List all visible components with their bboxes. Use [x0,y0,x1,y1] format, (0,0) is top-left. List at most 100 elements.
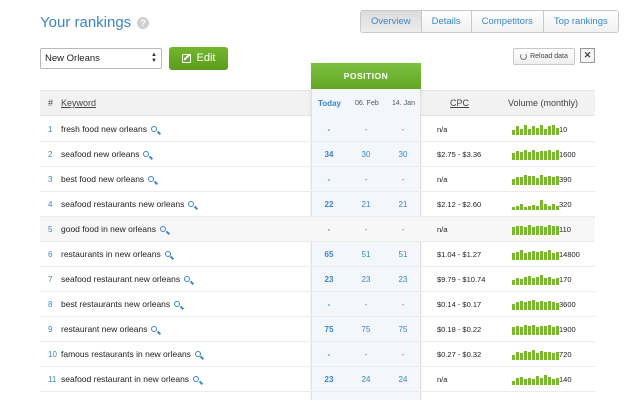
volume-bar [512,327,515,335]
volume-bar [520,129,523,135]
position-date1: 23 [361,275,371,284]
search-icon[interactable] [194,350,201,357]
volume-bar [516,177,519,185]
volume-bar [536,128,539,135]
volume-bar [532,300,535,310]
excel-export-icon[interactable]: ✕ [580,48,595,63]
tab-overview[interactable]: Overview [361,11,421,32]
volume-sparkline [512,149,559,160]
volume-bar [528,352,531,360]
table-row: 11 seafood restaurant in new orleans 23 24 2… [40,367,595,392]
volume-bar [544,177,547,185]
volume-bar [532,251,535,260]
position-date2: - [401,225,405,234]
volume-bar [516,206,519,210]
search-icon[interactable] [148,175,155,182]
tab-details[interactable]: Details [420,11,471,32]
keyword-cell: seafood restaurant new orleans [61,267,191,292]
volume-bar [548,206,551,210]
search-icon[interactable] [160,225,166,232]
edit-button-label: Edit [196,52,216,64]
volume-value: 3600 [559,300,576,309]
tab-competitors[interactable]: Competitors [470,11,543,32]
position-today: 34 [324,150,334,159]
volume-sparkline [512,249,559,260]
volume-bar [544,302,547,310]
cpc-value: n/a [437,125,448,134]
volume-bar [524,379,527,385]
search-icon[interactable] [184,275,191,282]
table-row: 8 best restaurants new orleans - - - $0.14 - … [40,292,595,317]
keyword-text: restaurants in new orleans [61,249,161,259]
volume-bar [536,178,539,185]
edit-button[interactable]: Edit [169,47,228,70]
volume-bar [552,279,555,285]
volume-bar [524,253,527,260]
volume-bar [548,176,551,185]
col-today[interactable]: Today [318,99,341,108]
position-date1: - [364,125,368,134]
search-icon[interactable] [174,300,181,307]
keyword-cell: seafood restaurants new orleans [61,192,195,217]
volume-bar [552,379,555,385]
keyword-cell: best food new orleans [61,167,155,192]
col-date1[interactable]: 06. Feb [355,100,379,107]
volume-bar [540,226,543,235]
volume-bar [536,252,539,260]
volume-bar [536,277,539,285]
volume-value: 390 [559,175,572,184]
volume-bar [524,302,527,310]
volume-bar [544,326,547,335]
volume-bar [520,204,523,210]
volume-bar [516,326,519,335]
volume-bar [536,206,539,210]
position-date2: 23 [398,275,408,284]
cpc-value: n/a [437,175,448,184]
page-title: Your rankings ? [40,14,150,31]
volume-value: 170 [559,275,572,284]
position-date1: - [364,225,368,234]
search-icon[interactable] [188,200,195,207]
volume-bar [536,327,539,335]
position-date2: 75 [398,325,408,334]
volume-bar [528,252,531,260]
search-icon[interactable] [143,150,150,157]
col-date2[interactable]: 14. Jan [392,100,415,107]
location-select[interactable]: New Orleans ▲ ▼ [40,48,162,69]
search-icon[interactable] [151,325,158,332]
volume-bar [512,280,515,285]
col-cpc[interactable]: CPC [450,98,469,108]
cpc-value: $0.27 - $0.32 [437,350,482,359]
keyword-text: restaurant new orleans [61,324,148,334]
keyword-text: best restaurants new orleans [61,299,171,309]
volume-bar [528,176,531,185]
position-today: - [327,125,331,134]
col-keyword[interactable]: Keyword [61,98,96,108]
volume-bar [512,179,515,185]
cpc-value: $2.12 - $2.60 [437,200,482,209]
keyword-cell: fresh food new orleans [61,117,157,142]
search-icon[interactable] [193,375,200,382]
reload-data-button[interactable]: Reload data [513,48,575,65]
cpc-value: $2.75 - $3.36 [437,150,482,159]
search-icon[interactable] [151,125,157,132]
volume-bar [536,302,539,310]
position-today: 23 [324,275,334,284]
col-num: # [48,98,54,108]
volume-bar [528,152,531,160]
volume-bar [512,381,515,385]
volume-bar [540,378,543,385]
volume-bar [544,129,547,135]
volume-bar [548,352,551,360]
tab-top-rankings[interactable]: Top rankings [542,11,618,32]
row-number: 7 [48,275,53,284]
volume-bar [548,225,551,235]
keyword-text: famous restaurants in new orleans [61,349,191,359]
help-icon[interactable]: ? [137,16,150,29]
row-number: 8 [48,300,53,309]
volume-value: 1900 [559,325,576,334]
search-icon[interactable] [164,250,171,257]
volume-bar [544,227,547,235]
volume-bar [552,327,555,335]
volume-bar [540,251,543,260]
